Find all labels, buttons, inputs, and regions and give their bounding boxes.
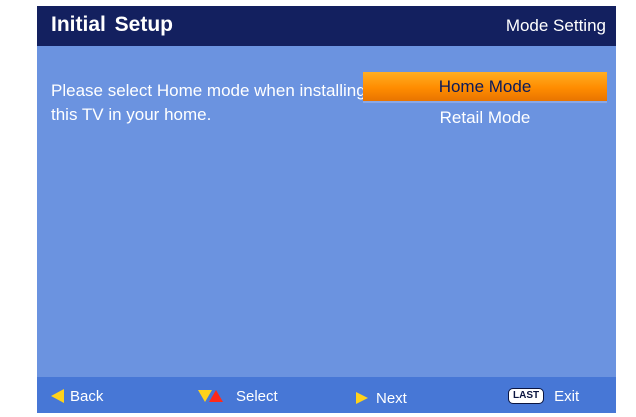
select-label: Select (236, 387, 278, 405)
select-hint[interactable]: Select (198, 386, 278, 406)
instruction-text: Please select Home mode when installing … (51, 81, 366, 124)
up-arrow-icon (209, 390, 223, 402)
page-title: Initial Setup (51, 13, 174, 36)
back-label: Back (70, 387, 104, 405)
retail-mode-option[interactable]: Retail Mode (363, 103, 607, 132)
tv-setup-screen: Initial Setup Mode Setting Please select… (37, 6, 616, 413)
back-button[interactable]: Back (51, 386, 103, 406)
header-bar: Initial Setup Mode Setting (37, 6, 616, 46)
left-arrow-icon (51, 389, 64, 403)
next-button[interactable]: Next (356, 388, 407, 408)
home-mode-option[interactable]: Home Mode (363, 72, 607, 103)
exit-button[interactable]: LAST Exit (508, 386, 579, 406)
right-arrow-icon (356, 392, 368, 404)
exit-label: Exit (554, 387, 580, 405)
mode-menu: Home Mode Retail Mode (363, 72, 607, 132)
page-subtitle: Mode Setting (505, 16, 606, 35)
last-key-icon: LAST (508, 388, 545, 404)
footer-bar: Back Select Next LAST Exit (37, 377, 616, 413)
next-label: Next (376, 389, 407, 407)
